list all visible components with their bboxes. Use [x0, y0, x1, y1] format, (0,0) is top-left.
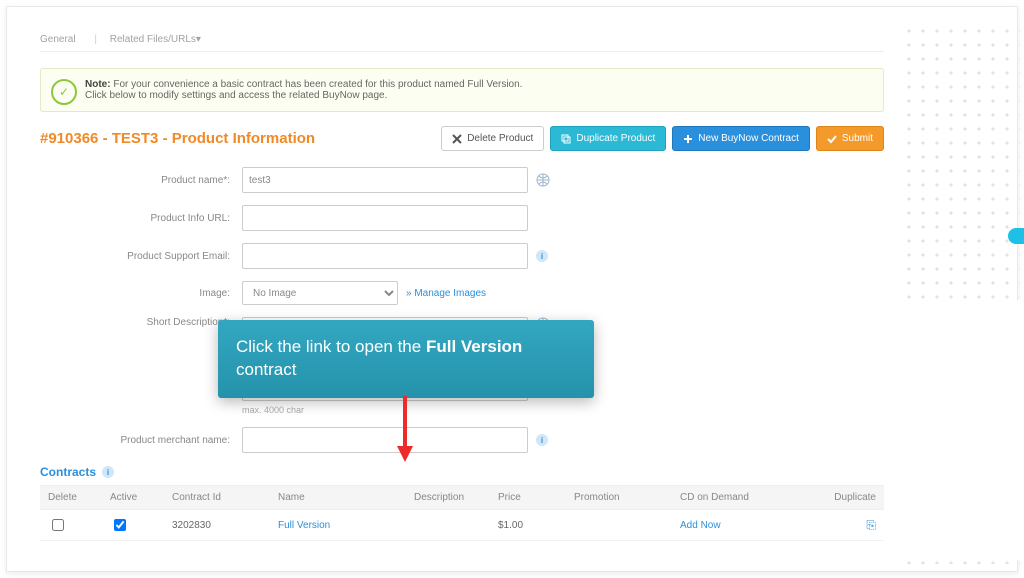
callout-bold: Full Version: [426, 337, 522, 356]
info-notice: ✓ Note: For your convenience a basic con…: [40, 68, 884, 112]
table-row: 3202830 Full Version $1.00 Add Now ⎘: [40, 510, 884, 541]
image-select[interactable]: No Image: [242, 281, 398, 305]
row-price: $1.00: [490, 510, 566, 541]
info-icon[interactable]: i: [536, 250, 548, 262]
check-icon: ✓: [51, 79, 77, 105]
product-name-label: Product name*:: [40, 175, 242, 186]
merchant-name-label: Product merchant name:: [40, 435, 242, 446]
th-id: Contract Id: [164, 486, 270, 510]
side-help-tab[interactable]: [1008, 228, 1024, 244]
submit-button[interactable]: Submit: [816, 126, 884, 151]
new-contract-button[interactable]: New BuyNow Contract: [672, 126, 810, 151]
th-name: Name: [270, 486, 406, 510]
product-name-input[interactable]: [242, 167, 528, 193]
notice-prefix: Note:: [85, 79, 113, 90]
delete-product-label: Delete Product: [467, 133, 533, 144]
th-delete: Delete: [40, 486, 102, 510]
check-icon: [827, 134, 837, 144]
row-active-checkbox[interactable]: [114, 519, 126, 531]
globe-icon[interactable]: [536, 173, 550, 187]
row-delete-checkbox[interactable]: [52, 519, 64, 531]
tab-related-files[interactable]: Related Files/URLs▾: [110, 34, 201, 45]
duplicate-icon: [561, 134, 571, 144]
support-email-input[interactable]: [242, 243, 528, 269]
image-label: Image:: [40, 288, 242, 299]
row-id: 3202830: [164, 510, 270, 541]
notice-line1: For your convenience a basic contract ha…: [113, 79, 522, 90]
th-cd: CD on Demand: [672, 486, 808, 510]
th-promo: Promotion: [566, 486, 672, 510]
tab-general[interactable]: General: [40, 34, 76, 45]
callout-post: contract: [236, 360, 296, 379]
duplicate-product-button[interactable]: Duplicate Product: [550, 126, 666, 151]
char-limit-note: max. 4000 char: [242, 405, 884, 415]
delete-product-button[interactable]: Delete Product: [441, 126, 544, 151]
tab-divider: |: [94, 34, 97, 45]
th-desc: Description: [406, 486, 490, 510]
th-price: Price: [490, 486, 566, 510]
plus-icon: [683, 134, 693, 144]
row-promo: [566, 510, 672, 541]
tab-bar: General | Related Files/URLs▾: [40, 28, 884, 52]
manage-images-link[interactable]: » Manage Images: [406, 288, 486, 299]
row-cd-link[interactable]: Add Now: [680, 520, 721, 531]
contracts-title: Contracts i: [40, 465, 884, 479]
submit-label: Submit: [842, 133, 873, 144]
new-contract-label: New BuyNow Contract: [698, 133, 799, 144]
info-url-input[interactable]: [242, 205, 528, 231]
duplicate-row-icon[interactable]: ⎘: [866, 518, 876, 532]
row-desc: [406, 510, 490, 541]
callout-pre: Click the link to open the: [236, 337, 426, 356]
x-icon: [452, 134, 462, 144]
info-icon[interactable]: i: [536, 434, 548, 446]
tutorial-callout: Click the link to open the Full Version …: [218, 320, 594, 398]
support-email-label: Product Support Email:: [40, 251, 242, 262]
th-active: Active: [102, 486, 164, 510]
duplicate-product-label: Duplicate Product: [576, 133, 655, 144]
info-icon[interactable]: i: [102, 466, 114, 478]
merchant-name-input[interactable]: [242, 427, 528, 453]
info-url-label: Product Info URL:: [40, 213, 242, 224]
th-dup: Duplicate: [808, 486, 884, 510]
page-title: #910366 - TEST3 - Product Information: [40, 130, 315, 147]
row-name-link[interactable]: Full Version: [278, 520, 330, 531]
contracts-table: Delete Active Contract Id Name Descripti…: [40, 485, 884, 541]
short-desc-label: Short Description*:: [40, 317, 242, 328]
tutorial-arrow: [395, 396, 415, 466]
notice-line2: Click below to modify settings and acces…: [85, 90, 871, 101]
